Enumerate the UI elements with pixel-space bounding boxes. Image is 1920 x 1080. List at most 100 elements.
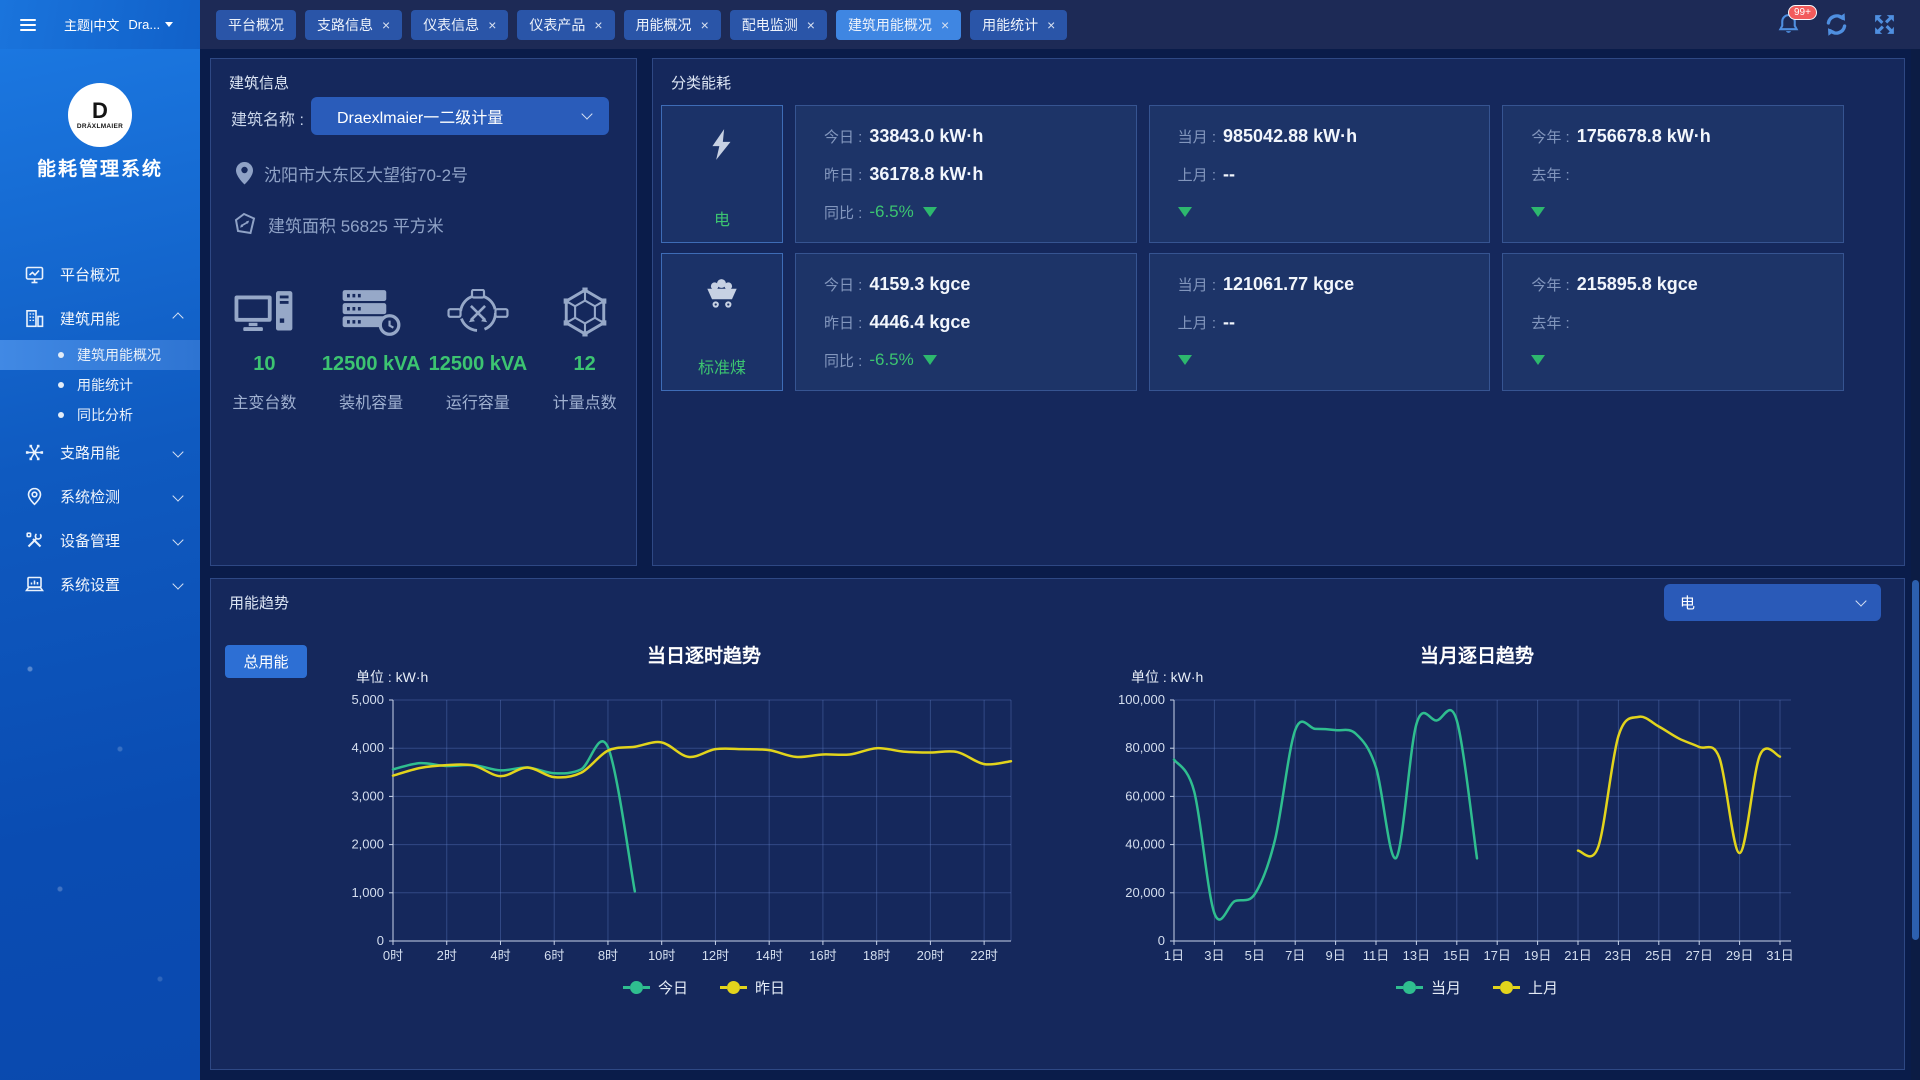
stat-label: 运行容量 [425,389,532,413]
legend-item-today[interactable]: 今日 [623,977,688,998]
energy-type-select[interactable]: 电 [1664,584,1881,621]
metric-label: 今日 : [824,126,862,147]
coal-year-card: 今年 :215895.8 kgce 去年 : [1502,253,1844,391]
chevron-down-icon [172,490,183,501]
tab-energy-stats[interactable]: 用能统计 × [970,10,1067,40]
panel-title: 用能趋势 [229,592,289,613]
svg-text:20,000: 20,000 [1125,885,1165,900]
trend-down-icon [1178,355,1192,365]
theme-language-label[interactable]: 主题|中文 [64,15,119,34]
svg-text:4时: 4时 [490,948,510,963]
svg-text:0: 0 [1158,933,1165,948]
chevron-up-icon [172,312,183,323]
tab-power-monitor[interactable]: 配电监测 × [730,10,827,40]
monitor-icon [24,264,45,285]
sidebar-item-system-settings[interactable]: 系统设置 [0,562,200,606]
tab-label: 建筑用能概况 [848,15,932,35]
tab-bar: 平台概况 支路信息 × 仪表信息 × 仪表产品 × 用能概况 × 配电监测 × … [216,10,1067,40]
legend-label: 今日 [658,977,688,998]
sidebar-item-label: 支路用能 [60,442,120,463]
total-energy-button[interactable]: 总用能 [225,645,307,678]
menu-icon[interactable] [20,16,36,34]
close-icon[interactable]: × [701,17,709,33]
svg-text:100,000: 100,000 [1118,692,1165,707]
metric-value: -6.5% [869,350,913,370]
sidebar-item-yoy-analysis[interactable]: 同比分析 [0,400,200,430]
hourly-chart-legend: 今日 昨日 [404,977,1004,998]
close-icon[interactable]: × [594,17,602,33]
building-name-select[interactable]: Draexlmaier一二级计量 [311,97,609,135]
svg-text:4,000: 4,000 [351,740,384,755]
type-label: 电 [714,206,730,230]
refresh-icon[interactable] [1822,11,1850,39]
svg-text:16时: 16时 [809,948,836,963]
legend-item-current-month[interactable]: 当月 [1396,977,1461,998]
trend-down-icon [923,207,937,217]
fullscreen-icon[interactable] [1870,11,1898,39]
area-icon [232,211,258,237]
settings-icon [24,574,45,595]
tab-label: 配电监测 [742,15,798,35]
svg-text:80,000: 80,000 [1125,740,1165,755]
close-icon[interactable]: × [807,17,815,33]
metric-value: 4159.3 kgce [869,274,970,295]
building-name-label: 建筑名称 : [231,106,304,130]
sidebar-item-branch-energy[interactable]: 支路用能 [0,430,200,474]
tab-branch-info[interactable]: 支路信息 × [305,10,402,40]
sidebar-item-building-energy[interactable]: 建筑用能 [0,296,200,340]
tab-label: 仪表产品 [529,15,585,35]
svg-text:25日: 25日 [1645,948,1672,963]
building-icon [24,308,45,329]
stat-label: 装机容量 [318,389,425,413]
sidebar-item-label: 建筑用能 [60,308,120,329]
bullet-icon [58,382,64,388]
building-area-row: 建筑面积 56825 平方米 [232,211,444,237]
building-area: 建筑面积 56825 平方米 [268,212,444,237]
location-pin-icon [235,161,254,186]
coal-month-card: 当月 :121061.77 kgce 上月 :-- [1149,253,1491,391]
sidebar-item-building-energy-overview[interactable]: 建筑用能概况 [0,340,200,370]
svg-text:31日: 31日 [1766,948,1793,963]
building-name-value: Draexlmaier一二级计量 [337,104,503,128]
legend-item-last-month[interactable]: 上月 [1493,977,1558,998]
bullet-icon [58,352,64,358]
tab-platform-overview[interactable]: 平台概况 [216,10,296,40]
tab-meter-product[interactable]: 仪表产品 × [517,10,614,40]
building-address-row: 沈阳市大东区大望街70-2号 [235,161,468,186]
notification-badge: 99+ [1788,5,1817,20]
svg-text:1日: 1日 [1164,948,1184,963]
metric-label: 当月 : [1178,126,1216,147]
tab-building-energy-overview[interactable]: 建筑用能概况 × [836,10,961,40]
building-info-panel: 建筑信息 建筑名称 : Draexlmaier一二级计量 沈阳市大东区大望街70… [210,58,637,566]
svg-text:3,000: 3,000 [351,788,384,803]
trend-down-icon [1531,207,1545,217]
sidebar-item-device-management[interactable]: 设备管理 [0,518,200,562]
sidebar-item-platform-overview[interactable]: 平台概况 [0,252,200,296]
stat-value: 12500 kVA [318,353,425,376]
metric-label: 去年 : [1531,312,1569,333]
electricity-year-card: 今年 :1756678.8 kW·h 去年 : [1502,105,1844,243]
sidebar-item-system-detection[interactable]: 系统检测 [0,474,200,518]
user-dropdown[interactable]: Dra... [128,17,173,32]
panel-title: 建筑信息 [229,72,289,93]
category-rows: 电 今日 :33843.0 kW·h 昨日 :36178.8 kW·h 同比 :… [661,105,1844,401]
svg-text:11日: 11日 [1363,948,1390,963]
page-scrollbar[interactable] [1911,49,1920,1080]
topbar: 主题|中文 Dra... 平台概况 支路信息 × 仪表信息 × 仪表产品 × 用… [0,0,1920,49]
close-icon[interactable]: × [488,17,496,33]
close-icon[interactable]: × [941,17,949,33]
scrollbar-thumb[interactable] [1912,580,1919,940]
tab-energy-overview[interactable]: 用能概况 × [624,10,721,40]
tab-meter-info[interactable]: 仪表信息 × [411,10,508,40]
legend-item-yesterday[interactable]: 昨日 [720,977,785,998]
close-icon[interactable]: × [382,17,390,33]
cycle-icon [425,271,532,337]
close-icon[interactable]: × [1047,17,1055,33]
metric-value: 36178.8 kW·h [869,164,983,185]
chevron-down-icon [581,108,592,119]
sidebar-item-energy-stats[interactable]: 用能统计 [0,370,200,400]
notification-bell-icon[interactable]: 99+ [1774,11,1802,39]
daily-trend-chart[interactable]: 020,00040,00060,00080,000100,0001日3日5日7日… [1111,641,1811,986]
stat-value: 12 [531,353,638,376]
hourly-trend-chart[interactable]: 01,0002,0003,0004,0005,0000时2时4时6时8时10时1… [331,641,1031,986]
